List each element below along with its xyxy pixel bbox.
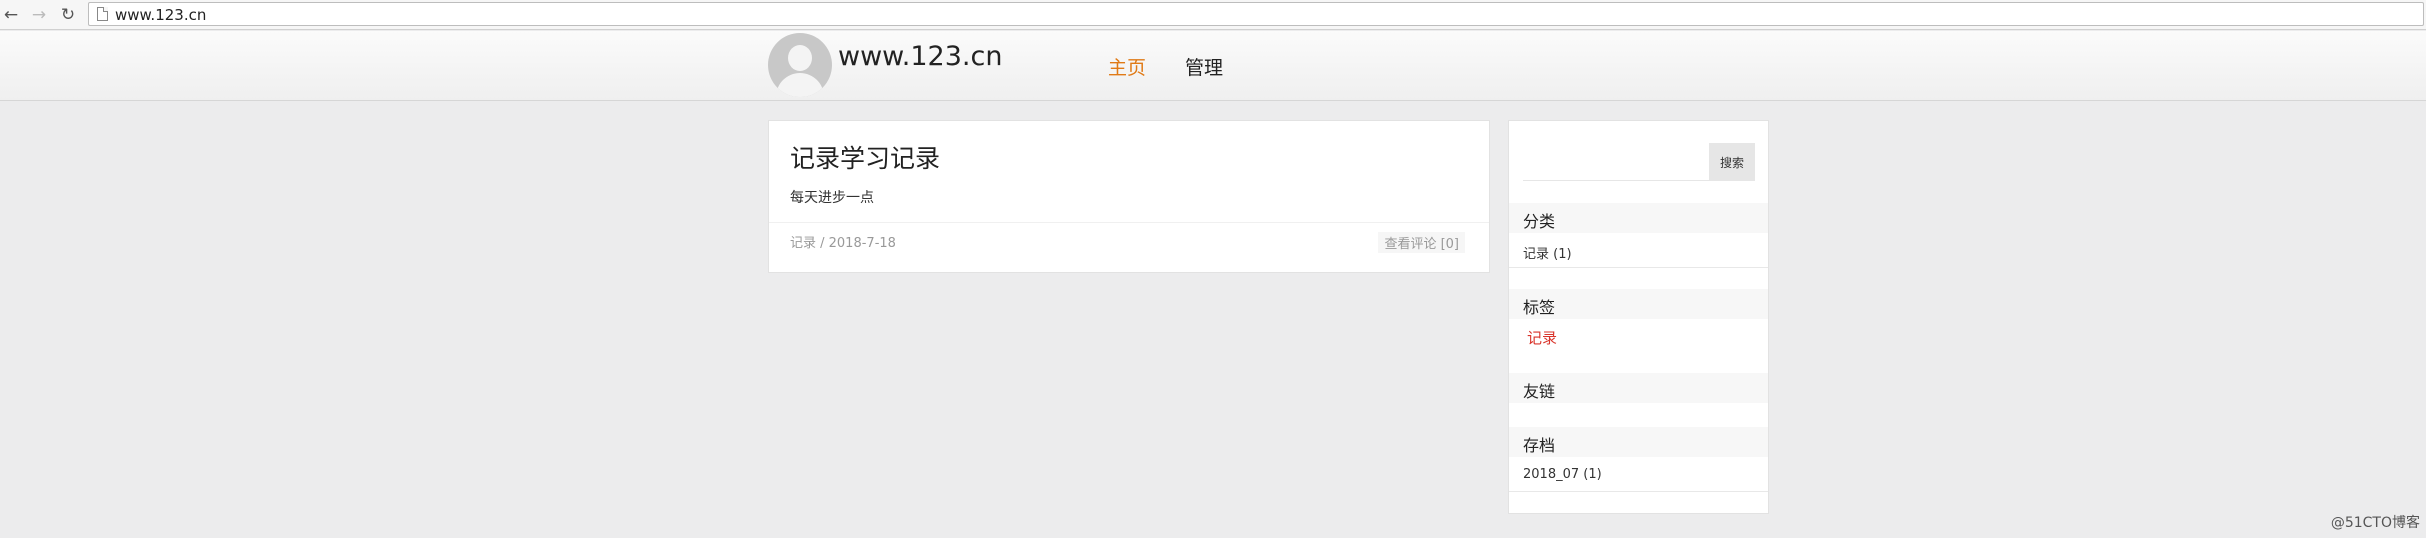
tags-header: 标签 [1509,289,1768,319]
tag-item[interactable]: 记录 [1527,327,1557,348]
search-input[interactable] [1523,143,1709,181]
avatar[interactable] [768,33,832,97]
tags-title: 标签 [1523,298,1556,317]
archive-title: 存档 [1523,436,1556,455]
archive-header: 存档 [1509,427,1768,457]
watermark: @51CTO博客 [2330,515,2420,531]
nav-admin-link[interactable]: 管理 [1185,53,1223,80]
back-arrow-icon[interactable]: ← [0,4,22,26]
post-divider [769,222,1489,223]
category-item[interactable]: 记录 (1) [1523,243,1572,262]
archive-item[interactable]: 2018_07 (1) [1523,467,1602,482]
section-divider [1509,491,1768,492]
avatar-body-shape [776,73,824,97]
post-summary: 每天进步一点 [790,190,874,206]
sidebar: 搜索 分类 记录 (1) 标签 记录 友链 存档 2018_07 (1) [1508,120,1769,514]
reload-icon[interactable]: ↻ [57,4,79,26]
forward-arrow-icon[interactable]: → [28,4,50,26]
nav-home-link[interactable]: 主页 [1108,53,1146,80]
links-title: 友链 [1523,382,1556,401]
site-header: www.123.cn 主页 管理 [0,31,2426,101]
avatar-head-shape [788,45,812,71]
url-text[interactable]: www.123.cn [115,6,206,24]
site-title[interactable]: www.123.cn [838,41,1002,72]
search-button[interactable]: 搜索 [1709,143,1755,181]
address-bar[interactable]: www.123.cn [88,2,2424,26]
categories-title: 分类 [1523,212,1556,231]
post-title[interactable]: 记录学习记录 [790,139,940,175]
post-card: 记录学习记录 每天进步一点 记录 / 2018-7-18 查看评论 [0] [768,120,1490,273]
browser-toolbar: ← → ↻ www.123.cn [0,0,2426,30]
links-header: 友链 [1509,373,1768,403]
view-comments-link[interactable]: 查看评论 [0] [1378,232,1465,253]
section-divider [1509,267,1768,268]
categories-header: 分类 [1509,203,1768,233]
post-meta: 记录 / 2018-7-18 [790,236,896,251]
page-icon [97,7,108,21]
